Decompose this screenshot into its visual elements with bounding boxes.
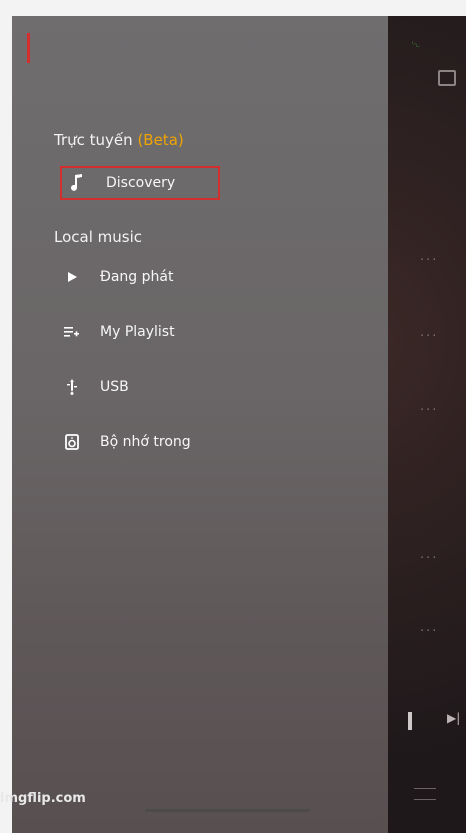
navigation-drawer: Trực tuyến (Beta) Discovery Local music … [12, 16, 388, 833]
menu-item-internal-storage[interactable]: Bộ nhớ trong [60, 425, 191, 459]
more-options-icon[interactable]: ··· [420, 624, 438, 639]
local-section-title: Local music [54, 228, 142, 246]
menu-item-usb[interactable]: USB [60, 370, 129, 404]
more-options-icon[interactable]: ··· [420, 403, 438, 418]
usb-icon [60, 379, 84, 395]
more-options-icon[interactable]: ··· [420, 551, 438, 566]
home-indicator[interactable] [145, 809, 310, 812]
local-label: Local music [54, 228, 142, 246]
playing-label: Đang phát [100, 269, 174, 285]
playlist-add-icon [60, 326, 84, 338]
progress-marker [408, 712, 412, 730]
internal-storage-label: Bộ nhớ trong [100, 434, 191, 450]
online-section-title: Trực tuyến (Beta) [54, 131, 184, 149]
menu-item-discovery[interactable]: Discovery [60, 166, 220, 200]
app-screen: 〰 ··· ··· ··· ··· ··· ▶| Trực tuyến (Bet… [12, 16, 466, 833]
imgflip-watermark: imgflip.com [0, 791, 86, 806]
play-icon [60, 271, 84, 283]
next-track-icon[interactable]: ▶| [447, 711, 460, 725]
menu-item-my-playlist[interactable]: My Playlist [60, 315, 175, 349]
beta-label: (Beta) [137, 131, 184, 149]
storage-icon [60, 434, 84, 450]
usb-label: USB [100, 379, 129, 395]
more-options-icon[interactable]: ··· [420, 253, 438, 268]
discovery-label: Discovery [106, 175, 176, 191]
annotation-mark [27, 33, 30, 63]
menu-item-playing[interactable]: Đang phát [60, 260, 173, 294]
mini-player-controls: ▶| [404, 709, 466, 735]
music-note-icon [66, 174, 90, 192]
camera-icon[interactable] [438, 70, 456, 86]
my-playlist-label: My Playlist [100, 324, 175, 340]
more-options-icon[interactable]: ··· [420, 329, 438, 344]
menu-icon[interactable] [414, 788, 436, 800]
online-label: Trực tuyến [54, 131, 133, 149]
